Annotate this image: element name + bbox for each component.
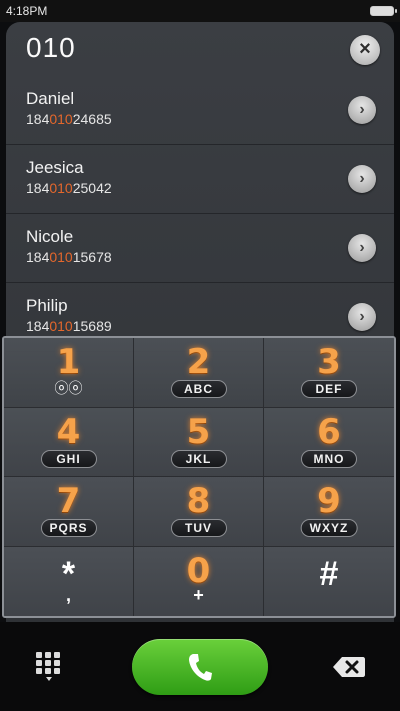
key-3[interactable]: 3 DEF bbox=[264, 338, 394, 408]
key-digit: 2 bbox=[186, 342, 211, 382]
key-letters: DEF bbox=[301, 380, 357, 398]
dial-input-row: 010 × bbox=[6, 22, 394, 76]
backspace-button[interactable] bbox=[332, 655, 366, 684]
voicemail-icon: ⓞⓞ bbox=[54, 380, 83, 396]
contact-detail-button[interactable]: › bbox=[348, 165, 376, 193]
contact-row[interactable]: Jeesica 18401025042 › bbox=[6, 145, 394, 214]
key-0[interactable]: 0 + bbox=[134, 546, 264, 616]
contact-number: 18401015678 bbox=[26, 249, 112, 265]
contact-detail-button[interactable]: › bbox=[348, 234, 376, 262]
key-digit: 8 bbox=[186, 481, 211, 521]
contact-number: 18401015689 bbox=[26, 318, 112, 334]
contact-name: Jeesica bbox=[26, 158, 84, 177]
chevron-right-icon: › bbox=[359, 239, 365, 256]
key-8[interactable]: 8 TUV bbox=[134, 477, 264, 547]
key-letters: WXYZ bbox=[300, 519, 358, 537]
dial-keypad: 1 ⓞⓞ 2 ABC 3 DEF 4 GHI 5 JKL 6 MNO 7 PQR… bbox=[2, 336, 396, 618]
key-digit: 4 bbox=[56, 411, 81, 452]
key-hash[interactable]: # bbox=[264, 546, 394, 616]
key-7[interactable]: 7 PQRS bbox=[4, 477, 134, 547]
key-1[interactable]: 1 ⓞⓞ bbox=[4, 338, 134, 408]
contact-detail-button[interactable]: › bbox=[348, 96, 376, 124]
clear-button[interactable]: × bbox=[350, 35, 380, 65]
chevron-right-icon: › bbox=[359, 101, 365, 118]
contact-detail-button[interactable]: › bbox=[348, 303, 376, 331]
chevron-right-icon: › bbox=[359, 308, 365, 325]
contact-name: Nicole bbox=[26, 227, 74, 246]
contact-list: Daniel 18401024685 › Jeesica 18401025042… bbox=[6, 76, 394, 352]
key-sub: , bbox=[65, 584, 71, 605]
match-highlight: 010 bbox=[49, 111, 73, 127]
key-letters: JKL bbox=[170, 449, 227, 468]
contact-number: 18401024685 bbox=[26, 111, 112, 127]
bottom-action-bar bbox=[0, 622, 400, 711]
key-6[interactable]: 6 MNO bbox=[264, 407, 394, 477]
key-digit: 9 bbox=[317, 481, 341, 521]
match-highlight: 010 bbox=[49, 318, 73, 334]
keypad-toggle-button[interactable] bbox=[36, 652, 62, 682]
key-letters: TUV bbox=[170, 519, 227, 537]
key-letters: GHI bbox=[40, 449, 97, 468]
key-4[interactable]: 4 GHI bbox=[4, 407, 134, 477]
key-sub: + bbox=[193, 584, 204, 605]
status-time: 4:18PM bbox=[6, 4, 48, 18]
key-digit: 3 bbox=[317, 342, 341, 382]
key-digit: 1 bbox=[56, 342, 81, 382]
contact-row[interactable]: Nicole 18401015678 › bbox=[6, 214, 394, 283]
match-highlight: 010 bbox=[49, 180, 73, 196]
key-letters: MNO bbox=[301, 449, 357, 468]
key-symbol: # bbox=[319, 554, 339, 593]
battery-icon bbox=[370, 6, 397, 16]
chevron-right-icon: › bbox=[359, 170, 365, 187]
dialed-number[interactable]: 010 bbox=[26, 32, 76, 64]
status-bar: 4:18PM bbox=[0, 0, 400, 22]
dialer-app: 010 × Daniel 18401024685 › Jeesica 18401… bbox=[0, 22, 400, 711]
match-highlight: 010 bbox=[49, 249, 73, 265]
phone-icon bbox=[189, 654, 212, 681]
key-2[interactable]: 2 ABC bbox=[134, 338, 264, 408]
key-digit: 5 bbox=[186, 411, 211, 452]
close-icon: × bbox=[359, 38, 371, 60]
key-letters: PQRS bbox=[40, 519, 97, 537]
key-digit: 6 bbox=[317, 411, 341, 452]
key-digit: 7 bbox=[56, 481, 81, 521]
backspace-icon bbox=[333, 657, 365, 677]
contact-name: Daniel bbox=[26, 89, 75, 108]
key-5[interactable]: 5 JKL bbox=[134, 407, 264, 477]
key-9[interactable]: 9 WXYZ bbox=[264, 477, 394, 547]
contact-row[interactable]: Daniel 18401024685 › bbox=[6, 76, 394, 145]
call-button[interactable] bbox=[132, 639, 268, 695]
contact-name: Philip bbox=[26, 296, 68, 315]
key-letters: ABC bbox=[170, 380, 227, 398]
contact-number: 18401025042 bbox=[26, 180, 112, 196]
key-star[interactable]: * , bbox=[4, 546, 134, 616]
